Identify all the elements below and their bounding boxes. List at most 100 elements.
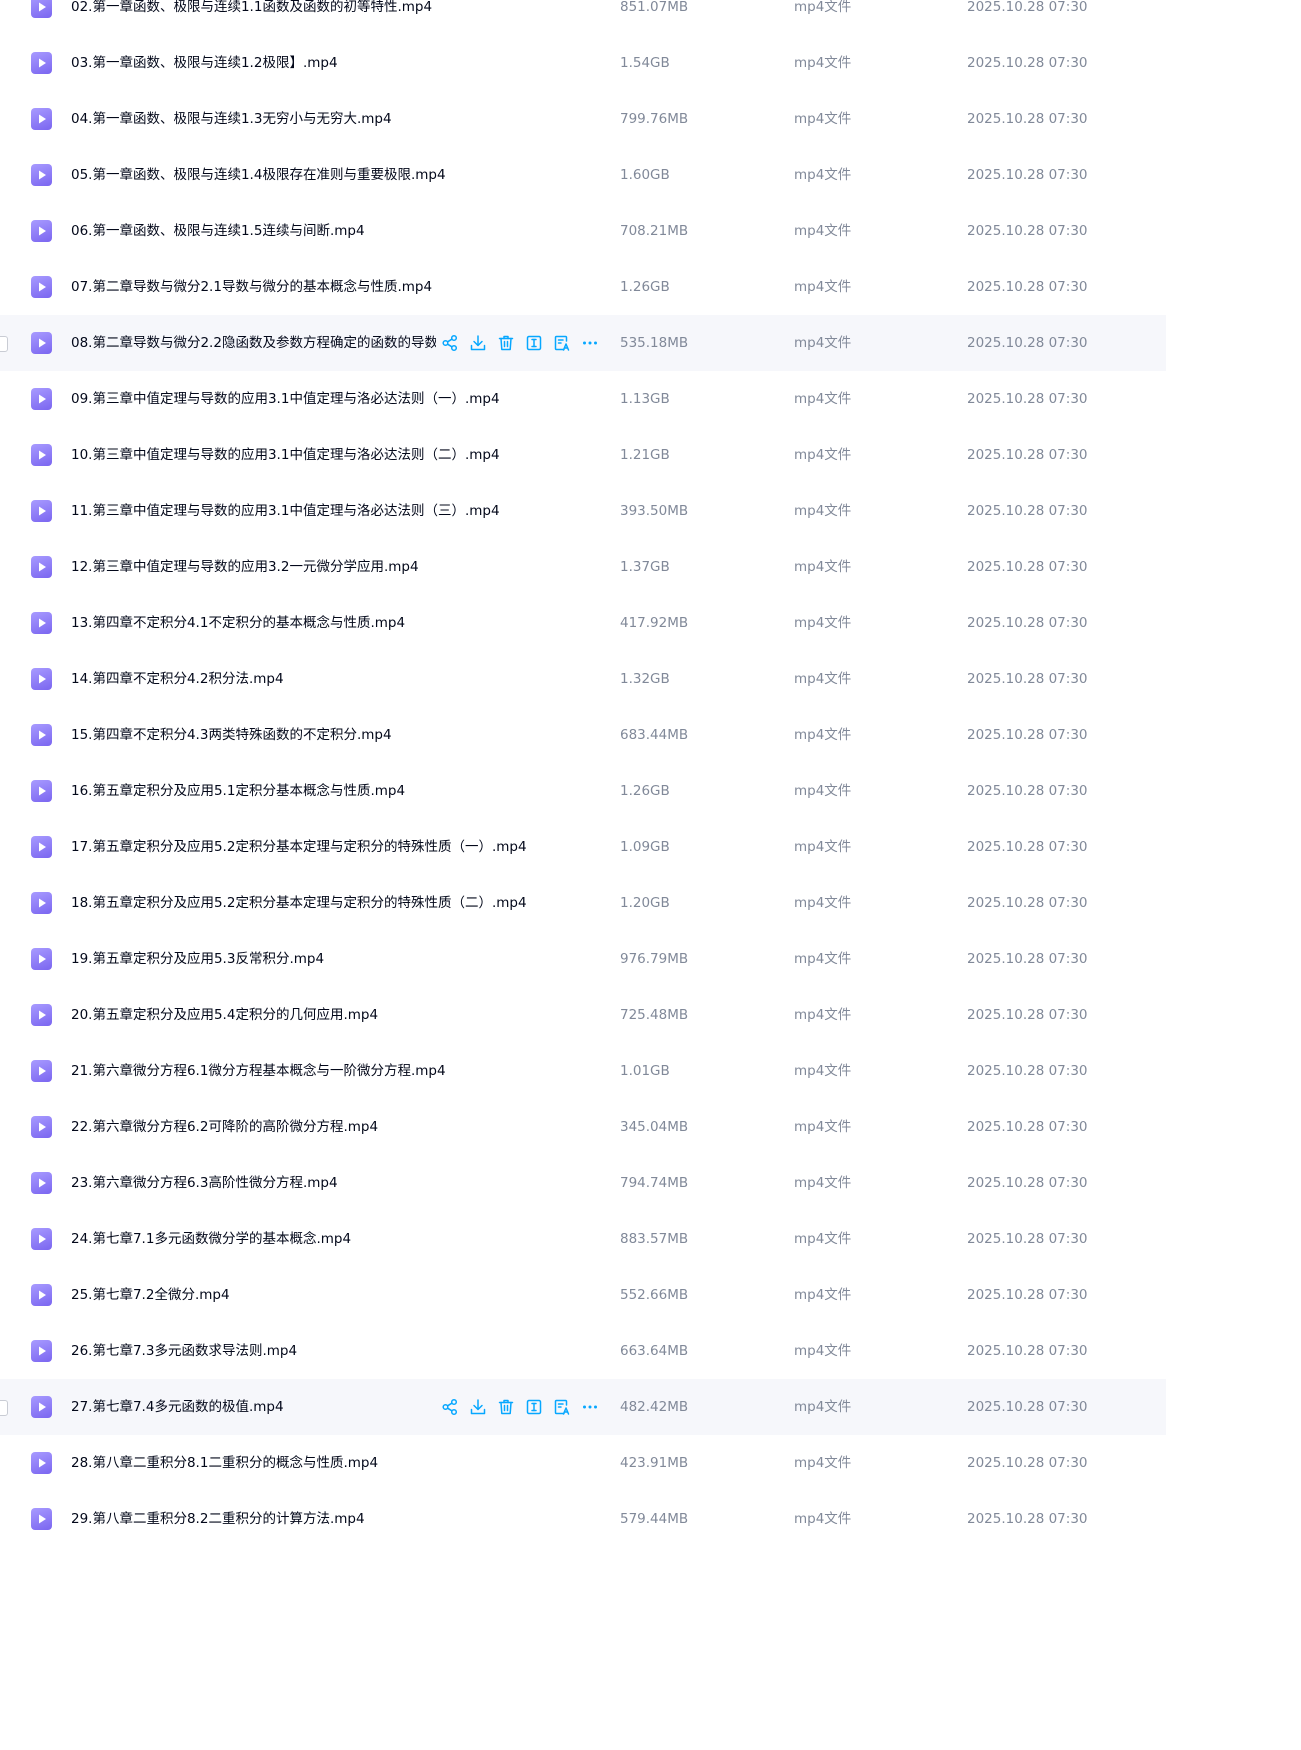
file-row[interactable]: 12.第三章中值定理与导数的应用3.2一元微分学应用.mp4 1.37GB mp… [0, 539, 1166, 595]
file-name[interactable]: 18.第五章定积分及应用5.2定积分基本定理与定积分的特殊性质（二）.mp4 [71, 875, 527, 931]
share-icon[interactable] [438, 1395, 462, 1419]
download-icon[interactable] [466, 1395, 490, 1419]
file-row[interactable]: 11.第三章中值定理与导数的应用3.1中值定理与洛必达法则（三）.mp4 393… [0, 483, 1166, 539]
file-size: 552.66MB [620, 1287, 689, 1303]
download-icon[interactable] [466, 331, 490, 355]
file-row[interactable]: 15.第四章不定积分4.3两类特殊函数的不定积分.mp4 683.44MB mp… [0, 707, 1166, 763]
file-name[interactable]: 03.第一章函数、极限与连续1.2极限】.mp4 [71, 35, 338, 91]
file-name[interactable]: 04.第一章函数、极限与连续1.3无穷小与无穷大.mp4 [71, 91, 392, 147]
file-row[interactable]: 16.第五章定积分及应用5.1定积分基本概念与性质.mp4 1.26GB mp4… [0, 763, 1166, 819]
file-name[interactable]: 10.第三章中值定理与导数的应用3.1中值定理与洛必达法则（二）.mp4 [71, 427, 500, 483]
file-row[interactable]: 19.第五章定积分及应用5.3反常积分.mp4 976.79MB mp4文件 2… [0, 931, 1166, 987]
more-tools-icon[interactable] [550, 1395, 574, 1419]
file-name[interactable]: 26.第七章7.3多元函数求导法则.mp4 [71, 1323, 297, 1379]
video-file-icon [31, 668, 52, 690]
file-size: 423.91MB [620, 1455, 689, 1471]
file-name[interactable]: 19.第五章定积分及应用5.3反常积分.mp4 [71, 931, 324, 987]
file-size: 794.74MB [620, 1175, 689, 1191]
file-row[interactable]: 09.第三章中值定理与导数的应用3.1中值定理与洛必达法则（一）.mp4 1.1… [0, 371, 1166, 427]
video-file-icon [31, 444, 52, 466]
file-name[interactable]: 23.第六章微分方程6.3高阶性微分方程.mp4 [71, 1155, 338, 1211]
file-name[interactable]: 29.第八章二重积分8.2二重积分的计算方法.mp4 [71, 1491, 365, 1547]
file-row[interactable]: 17.第五章定积分及应用5.2定积分基本定理与定积分的特殊性质（一）.mp4 1… [0, 819, 1166, 875]
file-date: 2025.10.28 07:30 [967, 727, 1088, 743]
file-row[interactable]: 23.第六章微分方程6.3高阶性微分方程.mp4 794.74MB mp4文件 … [0, 1155, 1166, 1211]
file-name[interactable]: 09.第三章中值定理与导数的应用3.1中值定理与洛必达法则（一）.mp4 [71, 371, 500, 427]
video-file-icon [31, 0, 52, 18]
file-row[interactable]: 02.第一章函数、极限与连续1.1函数及函数的初等特性.mp4 851.07MB… [0, 0, 1166, 35]
file-type: mp4文件 [794, 0, 852, 15]
file-name[interactable]: 15.第四章不定积分4.3两类特殊函数的不定积分.mp4 [71, 707, 392, 763]
file-row[interactable]: 10.第三章中值定理与导数的应用3.1中值定理与洛必达法则（二）.mp4 1.2… [0, 427, 1166, 483]
file-row[interactable]: 22.第六章微分方程6.2可降阶的高阶微分方程.mp4 345.04MB mp4… [0, 1099, 1166, 1155]
video-file-icon [31, 500, 52, 522]
file-date: 2025.10.28 07:30 [967, 391, 1088, 407]
file-name[interactable]: 12.第三章中值定理与导数的应用3.2一元微分学应用.mp4 [71, 539, 419, 595]
file-name[interactable]: 11.第三章中值定理与导数的应用3.1中值定理与洛必达法则（三）.mp4 [71, 483, 500, 539]
video-file-icon [31, 332, 52, 354]
more-tools-icon[interactable] [550, 331, 574, 355]
file-name[interactable]: 14.第四章不定积分4.2积分法.mp4 [71, 651, 284, 707]
file-type: mp4文件 [794, 1231, 852, 1247]
file-row[interactable]: 28.第八章二重积分8.1二重积分的概念与性质.mp4 423.91MB mp4… [0, 1435, 1166, 1491]
file-row[interactable]: 07.第二章导数与微分2.1导数与微分的基本概念与性质.mp4 1.26GB m… [0, 259, 1166, 315]
file-row[interactable]: 18.第五章定积分及应用5.2定积分基本定理与定积分的特殊性质（二）.mp4 1… [0, 875, 1166, 931]
file-row[interactable]: 24.第七章7.1多元函数微分学的基本概念.mp4 883.57MB mp4文件… [0, 1211, 1166, 1267]
file-row[interactable]: 26.第七章7.3多元函数求导法则.mp4 663.64MB mp4文件 202… [0, 1323, 1166, 1379]
file-row[interactable]: 08.第二章导数与微分2.2隐函数及参数方程确定的函数的导数. 535.18MB… [0, 315, 1166, 371]
file-name[interactable]: 21.第六章微分方程6.1微分方程基本概念与一阶微分方程.mp4 [71, 1043, 446, 1099]
file-row[interactable]: 14.第四章不定积分4.2积分法.mp4 1.32GB mp4文件 2025.1… [0, 651, 1166, 707]
file-date: 2025.10.28 07:30 [967, 167, 1088, 183]
file-name[interactable]: 02.第一章函数、极限与连续1.1函数及函数的初等特性.mp4 [71, 0, 432, 35]
file-name[interactable]: 22.第六章微分方程6.2可降阶的高阶微分方程.mp4 [71, 1099, 378, 1155]
more-icon[interactable] [578, 331, 602, 355]
file-size: 1.26GB [620, 279, 670, 295]
file-name[interactable]: 13.第四章不定积分4.1不定积分的基本概念与性质.mp4 [71, 595, 405, 651]
file-name[interactable]: 25.第七章7.2全微分.mp4 [71, 1267, 230, 1323]
row-checkbox[interactable] [0, 336, 8, 352]
file-type: mp4文件 [794, 167, 852, 183]
file-row[interactable]: 05.第一章函数、极限与连续1.4极限存在准则与重要极限.mp4 1.60GB … [0, 147, 1166, 203]
file-size: 725.48MB [620, 1007, 689, 1023]
file-row[interactable]: 06.第一章函数、极限与连续1.5连续与间断.mp4 708.21MB mp4文… [0, 203, 1166, 259]
file-type: mp4文件 [794, 1343, 852, 1359]
file-row[interactable]: 25.第七章7.2全微分.mp4 552.66MB mp4文件 2025.10.… [0, 1267, 1166, 1323]
video-file-icon [31, 1452, 52, 1474]
video-file-icon [31, 1508, 52, 1530]
file-row[interactable]: 27.第七章7.4多元函数的极值.mp4 482.42MB mp4文件 2025… [0, 1379, 1166, 1435]
file-type: mp4文件 [794, 727, 852, 743]
file-row[interactable]: 13.第四章不定积分4.1不定积分的基本概念与性质.mp4 417.92MB m… [0, 595, 1166, 651]
file-size: 1.37GB [620, 559, 670, 575]
file-name[interactable]: 27.第七章7.4多元函数的极值.mp4 [71, 1379, 284, 1435]
file-name[interactable]: 07.第二章导数与微分2.1导数与微分的基本概念与性质.mp4 [71, 259, 432, 315]
file-name[interactable]: 16.第五章定积分及应用5.1定积分基本概念与性质.mp4 [71, 763, 405, 819]
file-row[interactable]: 03.第一章函数、极限与连续1.2极限】.mp4 1.54GB mp4文件 20… [0, 35, 1166, 91]
file-row[interactable]: 04.第一章函数、极限与连续1.3无穷小与无穷大.mp4 799.76MB mp… [0, 91, 1166, 147]
file-name[interactable]: 05.第一章函数、极限与连续1.4极限存在准则与重要极限.mp4 [71, 147, 446, 203]
file-list: 02.第一章函数、极限与连续1.1函数及函数的初等特性.mp4 851.07MB… [0, 0, 1166, 1547]
video-file-icon [31, 948, 52, 970]
file-date: 2025.10.28 07:30 [967, 1175, 1088, 1191]
file-name[interactable]: 28.第八章二重积分8.1二重积分的概念与性质.mp4 [71, 1435, 378, 1491]
file-type: mp4文件 [794, 839, 852, 855]
delete-icon[interactable] [494, 1395, 518, 1419]
file-row[interactable]: 29.第八章二重积分8.2二重积分的计算方法.mp4 579.44MB mp4文… [0, 1491, 1166, 1547]
more-icon[interactable] [578, 1395, 602, 1419]
file-row[interactable]: 20.第五章定积分及应用5.4定积分的几何应用.mp4 725.48MB mp4… [0, 987, 1166, 1043]
file-name[interactable]: 17.第五章定积分及应用5.2定积分基本定理与定积分的特殊性质（一）.mp4 [71, 819, 527, 875]
row-checkbox[interactable] [0, 1400, 8, 1416]
file-row[interactable]: 21.第六章微分方程6.1微分方程基本概念与一阶微分方程.mp4 1.01GB … [0, 1043, 1166, 1099]
file-name[interactable]: 08.第二章导数与微分2.2隐函数及参数方程确定的函数的导数. [71, 315, 436, 371]
video-file-icon [31, 108, 52, 130]
rename-icon[interactable] [522, 1395, 546, 1419]
file-name[interactable]: 20.第五章定积分及应用5.4定积分的几何应用.mp4 [71, 987, 378, 1043]
file-size: 579.44MB [620, 1511, 689, 1527]
file-name[interactable]: 24.第七章7.1多元函数微分学的基本概念.mp4 [71, 1211, 351, 1267]
video-file-icon [31, 1004, 52, 1026]
file-date: 2025.10.28 07:30 [967, 1007, 1088, 1023]
delete-icon[interactable] [494, 331, 518, 355]
share-icon[interactable] [438, 331, 462, 355]
file-name[interactable]: 06.第一章函数、极限与连续1.5连续与间断.mp4 [71, 203, 365, 259]
file-type: mp4文件 [794, 279, 852, 295]
rename-icon[interactable] [522, 331, 546, 355]
